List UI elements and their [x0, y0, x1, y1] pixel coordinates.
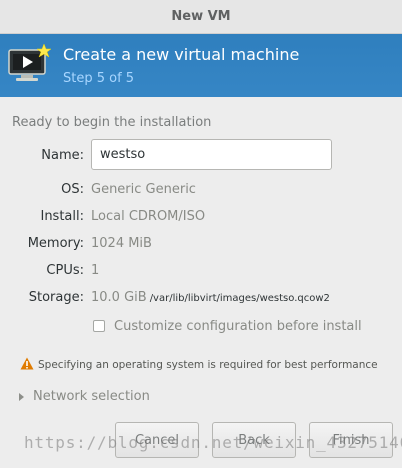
warning-icon [20, 355, 34, 374]
name-label: Name: [41, 148, 84, 163]
install-value: Local CDROM/ISO [91, 209, 206, 224]
network-selection-expander[interactable]: Network selection [19, 389, 150, 404]
expander-arrow-icon[interactable] [19, 392, 24, 401]
name-field[interactable] [91, 139, 332, 170]
storage-info: 10.0 GiB/var/lib/libvirt/images/westso.q… [91, 290, 330, 305]
window-title-bar: New VM [0, 0, 402, 34]
storage-size: 10.0 GiB [91, 290, 147, 305]
back-button[interactable]: Back [212, 422, 296, 458]
window-title: New VM [171, 9, 231, 24]
warning-text: Specifying an operating system is requir… [38, 358, 378, 371]
cpus-value: 1 [91, 263, 100, 278]
memory-value: 1024 MiB [91, 236, 152, 251]
storage-path: /var/lib/libvirt/images/westso.qcow2 [149, 293, 330, 304]
install-label: Install: [40, 209, 84, 224]
network-selection-label[interactable]: Network selection [33, 389, 150, 404]
os-warning: Specifying an operating system is requir… [20, 355, 378, 374]
customize-checkbox[interactable] [93, 320, 105, 332]
customize-label[interactable]: Customize configuration before install [114, 319, 362, 334]
wizard-step: Step 5 of 5 [63, 71, 135, 86]
wizard-title: Create a new virtual machine [63, 45, 300, 64]
os-label: OS: [61, 182, 84, 197]
storage-label: Storage: [28, 290, 84, 305]
customize-checkbox-row[interactable]: Customize configuration before install [93, 318, 362, 334]
ready-heading: Ready to begin the installation [12, 115, 212, 130]
os-value: Generic Generic [91, 182, 196, 197]
finish-button[interactable]: Finish [309, 422, 393, 458]
cpus-label: CPUs: [46, 263, 84, 278]
monitor-play-icon [7, 43, 53, 84]
wizard-header: Create a new virtual machine Step 5 of 5 [0, 34, 402, 97]
cancel-button[interactable]: Cancel [115, 422, 199, 458]
memory-label: Memory: [27, 236, 84, 251]
